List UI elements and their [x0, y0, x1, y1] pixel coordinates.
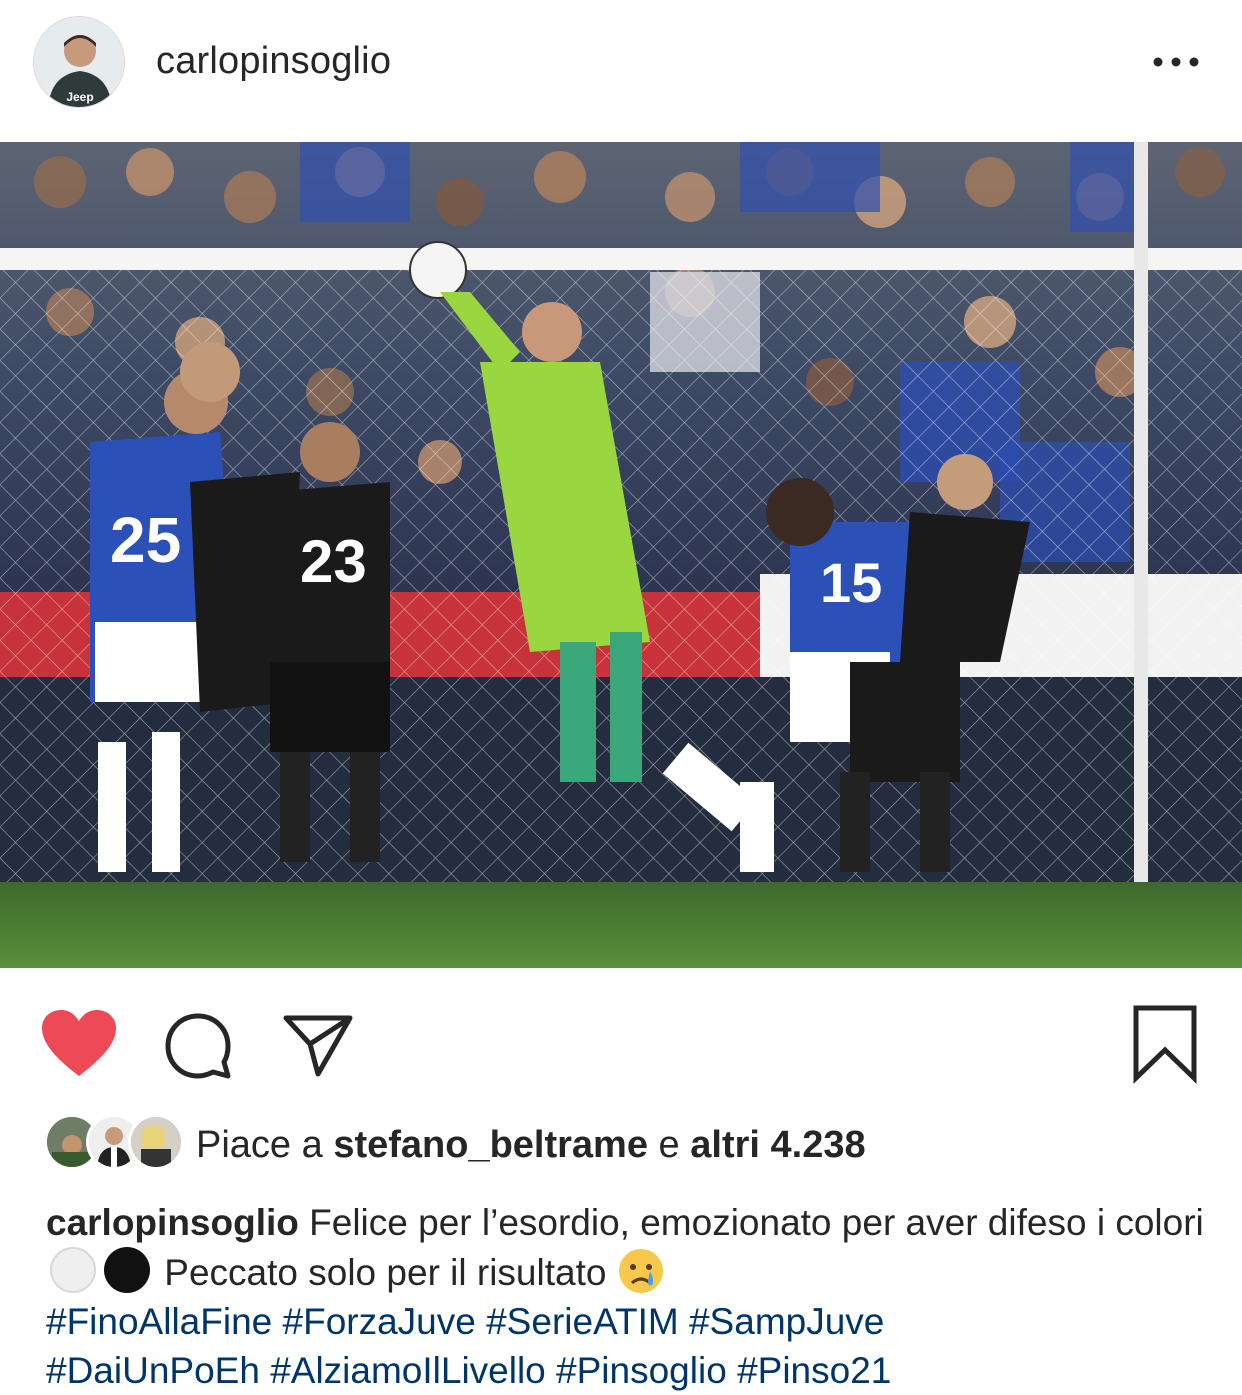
post-header: Jeep carlopinsoglio: [0, 0, 1242, 126]
hashtag[interactable]: #FinoAllaFine: [46, 1301, 272, 1342]
hashtag[interactable]: #ForzaJuve: [283, 1301, 476, 1342]
hashtag[interactable]: #AlziamoIlLivello: [270, 1350, 546, 1391]
author-avatar[interactable]: Jeep: [33, 16, 125, 108]
svg-text:15: 15: [820, 551, 882, 614]
caption-text-1: Felice per l’esordio, emozionato per ave…: [309, 1202, 1204, 1243]
hashtag[interactable]: #SampJuve: [689, 1301, 884, 1342]
comment-icon[interactable]: [162, 1010, 234, 1082]
white-circle-emoji-icon: [50, 1247, 96, 1293]
caption-author[interactable]: carlopinsoglio: [46, 1202, 299, 1243]
svg-text:23: 23: [300, 528, 367, 595]
save-bookmark-icon[interactable]: [1130, 1004, 1200, 1084]
more-options-icon[interactable]: [1148, 44, 1204, 80]
liker-username[interactable]: stefano_beltrame: [333, 1124, 648, 1166]
svg-text:25: 25: [110, 504, 181, 576]
post-caption: carlopinsoglio Felice per l’esordio, emo…: [46, 1198, 1216, 1395]
liker-avatar: [128, 1114, 184, 1170]
like-heart-icon[interactable]: [40, 1008, 118, 1080]
post-photo[interactable]: 25 23 15: [0, 142, 1242, 968]
hashtag[interactable]: #Pinsoglio: [556, 1350, 727, 1391]
svg-text:Jeep: Jeep: [66, 90, 93, 104]
action-bar: [0, 1000, 1242, 1090]
likes-text: Piace a stefano_beltrame e altri 4.238: [196, 1124, 866, 1167]
share-paper-plane-icon[interactable]: [280, 1008, 356, 1080]
caption-text-2: Peccato solo per il risultato: [164, 1252, 607, 1293]
post-author-username[interactable]: carlopinsoglio: [156, 40, 391, 83]
likes-prefix: Piace a: [196, 1124, 323, 1166]
hashtag[interactable]: #DaiUnPoEh: [46, 1350, 260, 1391]
likes-summary[interactable]: Piace a stefano_beltrame e altri 4.238: [44, 1114, 1204, 1174]
black-circle-emoji-icon: [104, 1247, 150, 1293]
hashtag[interactable]: #Pinso21: [737, 1350, 891, 1391]
likes-count[interactable]: altri 4.238: [690, 1124, 865, 1166]
hashtag[interactable]: #SerieATIM: [486, 1301, 679, 1342]
crying-face-emoji-icon: [617, 1247, 665, 1295]
likes-conjunction: e: [658, 1124, 680, 1166]
